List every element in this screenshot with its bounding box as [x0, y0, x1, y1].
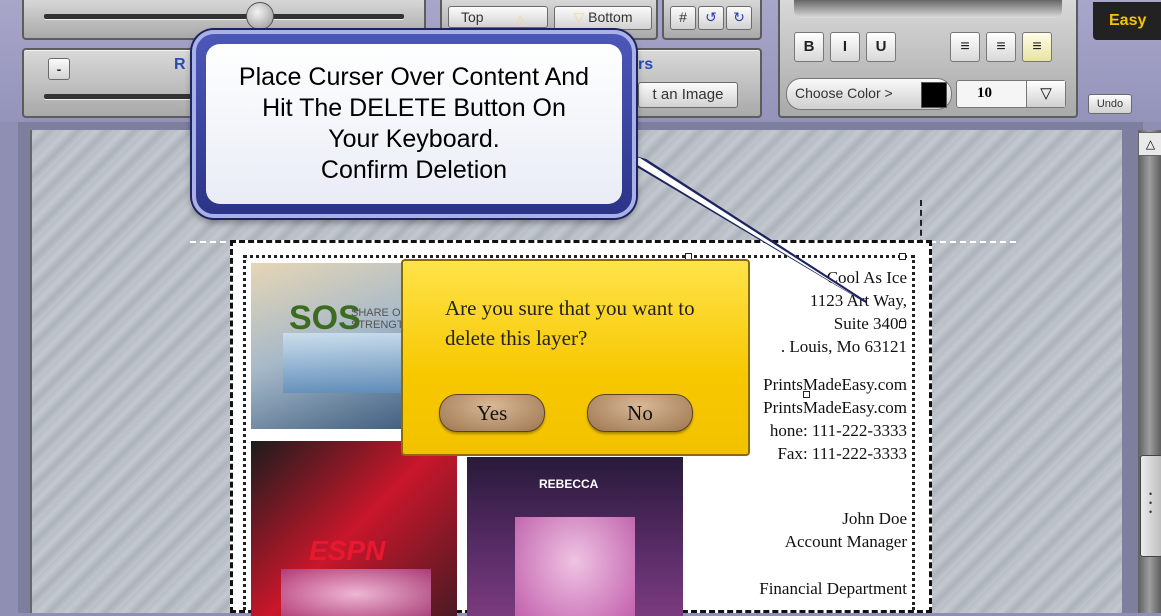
color-swatch[interactable]	[921, 82, 947, 108]
scroll-up-icon[interactable]: △	[1138, 132, 1161, 156]
rebecca-text: REBECCA	[539, 477, 599, 491]
contact-name[interactable]: John Doe	[842, 509, 907, 529]
ice-table	[515, 517, 635, 616]
selection-handle[interactable]	[899, 321, 906, 328]
bring-to-top-button[interactable]: Top △	[448, 6, 548, 28]
address-line-1[interactable]: 1123 Art Way,	[810, 291, 907, 311]
italic-button[interactable]: I	[830, 32, 860, 62]
scroll-thumb[interactable]: • • •	[1140, 455, 1161, 557]
phone-line[interactable]: hone: 111-222-3333	[770, 421, 907, 441]
instruction-callout: Place Curser Over Content And Hit The DE…	[192, 30, 636, 218]
top-label: Top	[461, 9, 484, 25]
text-format-panel: B I U ≡ ≡ ≡ Choose Color > 10 ▽	[778, 0, 1078, 118]
email-line-1[interactable]: PrintsMadeEasy.com	[763, 375, 907, 395]
light-table	[281, 569, 431, 616]
espn-text: ESPN	[309, 535, 386, 566]
font-size-value: 10	[977, 85, 992, 101]
email-line-2[interactable]: PrintsMadeEasy.com	[763, 398, 907, 418]
rotate-right-icon[interactable]: ↻	[726, 6, 752, 30]
transform-panel: # ↺ ↻	[662, 0, 762, 40]
delete-confirm-dialog: Are you sure that you want to delete thi…	[401, 259, 750, 456]
undo-button[interactable]: Undo	[1088, 94, 1132, 114]
font-size-select[interactable]: 10 ▽	[956, 80, 1066, 108]
up-triangle-icon: △	[515, 11, 526, 27]
grid-icon[interactable]: #	[670, 6, 696, 30]
city-line[interactable]: . Louis, Mo 63121	[781, 337, 907, 357]
contact-title[interactable]: Account Manager	[785, 532, 907, 552]
font-name-field[interactable]	[794, 0, 1062, 18]
selection-handle[interactable]	[899, 253, 906, 260]
dialog-message: Are you sure that you want to delete thi…	[445, 296, 695, 350]
address-line-2[interactable]: Suite 3400	[834, 314, 907, 334]
rotate-label-partial: R	[174, 56, 186, 73]
company-name[interactable]: Cool As Ice	[827, 268, 907, 288]
callout-text: Place Curser Over Content And Hit The DE…	[238, 63, 590, 184]
layers-label-partial: rs	[638, 56, 654, 73]
down-triangle-icon: ▽	[573, 9, 585, 25]
photo-ice-sculpture-rebecca[interactable]: REBECCA	[467, 457, 683, 616]
easy-badge: Easy	[1093, 2, 1161, 40]
send-to-bottom-button[interactable]: ▽ Bottom	[554, 6, 652, 30]
department-line[interactable]: Financial Department	[759, 579, 907, 599]
photo-ice-sculpture-espn[interactable]: ESPN	[251, 441, 457, 616]
slider-track	[44, 14, 404, 19]
bold-button[interactable]: B	[794, 32, 824, 62]
bottom-label: Bottom	[588, 9, 633, 25]
insert-image-button[interactable]: t an Image	[638, 82, 738, 108]
align-right-icon[interactable]: ≡	[1022, 32, 1052, 62]
share-text: SHARE OU STRENGT	[351, 307, 408, 331]
yes-button[interactable]: Yes	[439, 394, 545, 432]
minus-button[interactable]: -	[48, 58, 70, 80]
underline-button[interactable]: U	[866, 32, 896, 62]
selection-handle[interactable]	[803, 391, 810, 398]
align-left-icon[interactable]: ≡	[950, 32, 980, 62]
dropdown-arrow-icon[interactable]: ▽	[1026, 81, 1065, 107]
choose-color-button[interactable]: Choose Color >	[786, 78, 952, 110]
callout-body: Place Curser Over Content And Hit The DE…	[206, 44, 622, 204]
choose-color-label: Choose Color >	[795, 85, 893, 101]
fax-line[interactable]: Fax: 111-222-3333	[777, 444, 907, 464]
grip-icon: • • •	[1149, 489, 1153, 517]
rotate-left-icon[interactable]: ↺	[698, 6, 724, 30]
slider-knob[interactable]	[246, 2, 274, 30]
easy-label: Easy	[1109, 12, 1147, 29]
align-center-icon[interactable]: ≡	[986, 32, 1016, 62]
no-button[interactable]: No	[587, 394, 693, 432]
